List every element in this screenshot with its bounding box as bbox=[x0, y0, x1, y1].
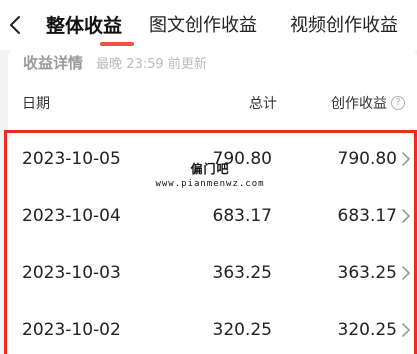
update-note: 最晚 23:59 前更新 bbox=[96, 57, 207, 72]
back-button[interactable] bbox=[4, 12, 26, 38]
details-header: 收益详情 最晚 23:59 前更新 bbox=[23, 52, 207, 72]
top-nav: 整体收益 图文创作收益 视频创作收益 bbox=[0, 0, 417, 50]
column-header-creation: 创作收益 ? bbox=[331, 93, 405, 113]
income-details-card: 收益详情 最晚 23:59 前更新 日期 总计 创作收益 ? 2023-10-0… bbox=[8, 49, 417, 354]
row-date: 2023-10-04 bbox=[22, 206, 121, 226]
row-total: 320.25 bbox=[212, 320, 272, 340]
table-row[interactable]: 2023-10-02 320.25 320.25 bbox=[8, 300, 417, 354]
column-header-date: 日期 bbox=[22, 96, 50, 112]
help-icon[interactable]: ? bbox=[391, 96, 405, 110]
row-date: 2023-10-02 bbox=[22, 320, 121, 340]
column-header-total: 总计 bbox=[249, 96, 277, 112]
row-creation: 320.25 bbox=[337, 320, 397, 340]
row-creation: 683.17 bbox=[337, 206, 397, 226]
active-tab-indicator bbox=[100, 42, 134, 46]
row-date: 2023-10-03 bbox=[22, 263, 121, 283]
tab-article-income[interactable]: 图文创作收益 bbox=[149, 14, 257, 38]
table-row[interactable]: 2023-10-04 683.17 683.17 bbox=[8, 186, 417, 243]
chevron-right-icon bbox=[402, 323, 410, 337]
tab-overall-income[interactable]: 整体收益 bbox=[46, 14, 122, 38]
chevron-right-icon bbox=[402, 152, 410, 166]
table-row[interactable]: 2023-10-05 790.80 790.80 bbox=[8, 129, 417, 186]
row-total: 363.25 bbox=[212, 263, 272, 283]
chevron-right-icon bbox=[402, 209, 410, 223]
column-header-creation-label: 创作收益 bbox=[331, 96, 387, 112]
row-creation: 363.25 bbox=[337, 263, 397, 283]
tab-video-income[interactable]: 视频创作收益 bbox=[290, 14, 398, 38]
table-row[interactable]: 2023-10-03 363.25 363.25 bbox=[8, 243, 417, 300]
income-table-body: 2023-10-05 790.80 790.80 2023-10-04 683.… bbox=[8, 129, 417, 354]
chevron-left-icon bbox=[10, 16, 20, 34]
row-creation: 790.80 bbox=[337, 149, 397, 169]
chevron-right-icon bbox=[402, 266, 410, 280]
details-title: 收益详情 bbox=[23, 54, 84, 72]
row-total: 790.80 bbox=[212, 149, 272, 169]
row-total: 683.17 bbox=[212, 206, 272, 226]
row-date: 2023-10-05 bbox=[22, 149, 121, 169]
income-page: 整体收益 图文创作收益 视频创作收益 收益详情 最晚 23:59 前更新 日期 … bbox=[0, 0, 417, 354]
